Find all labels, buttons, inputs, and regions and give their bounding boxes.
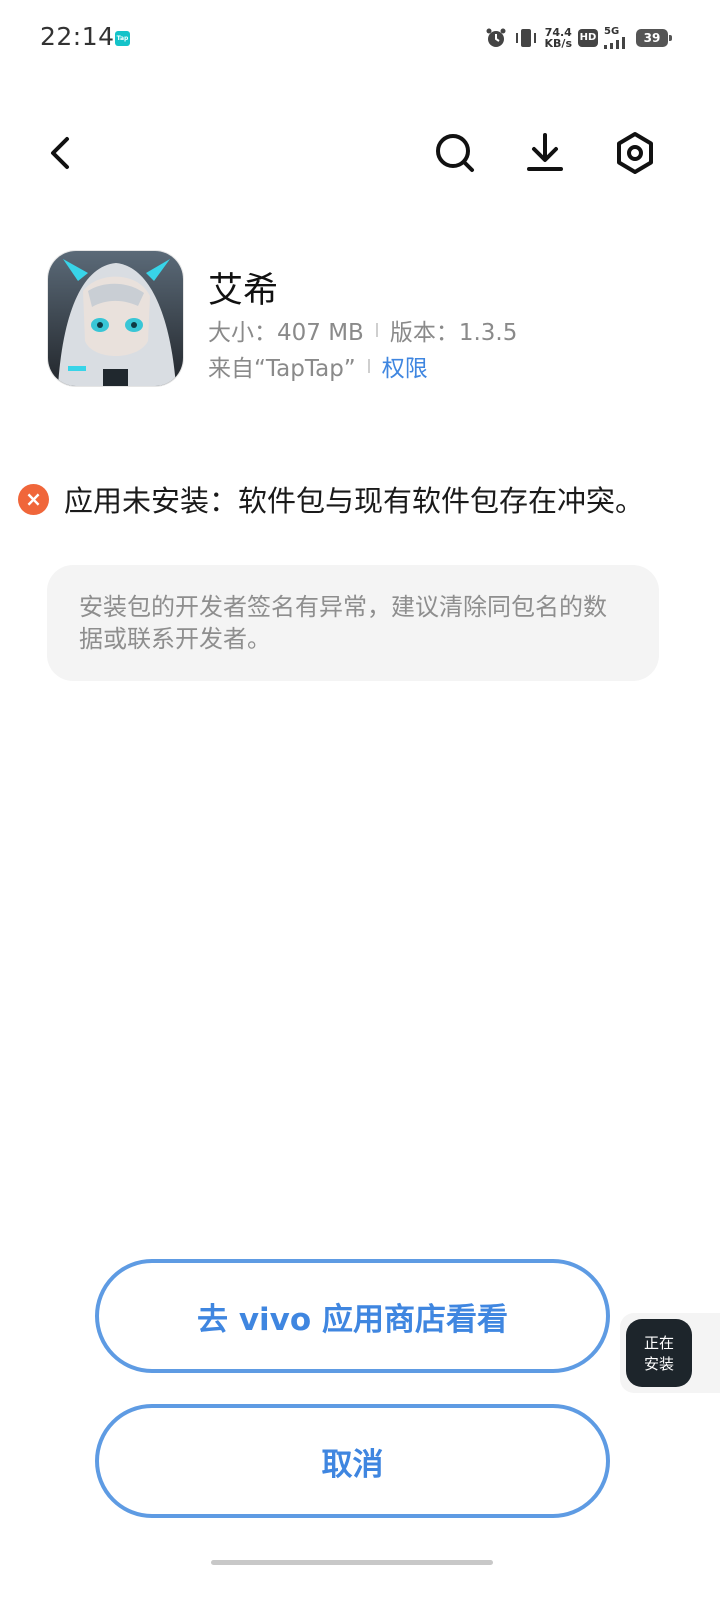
app-meta-source: 来自“TapTap” 权限 [208,349,428,383]
taptap-notification-icon: Tap [115,31,130,46]
installing-label-line2: 安装 [643,1355,674,1373]
error-hint-box: 安装包的开发者签名有异常，建议清除同包名的数据或联系开发者。 [47,565,659,681]
vibrate-icon [515,29,536,47]
app-version: 版本：1.3.5 [389,320,518,346]
installing-label-line1: 正在 [643,1334,674,1352]
signal-icon: 5G [604,27,630,49]
cancel-button[interactable]: 取消 [95,1404,610,1518]
error-message: 应用未安装：软件包与现有软件包存在冲突。 [64,484,645,518]
back-button[interactable] [35,128,85,178]
divider [367,359,370,373]
app-icon [48,251,183,386]
search-icon [436,134,474,172]
alarm-icon [486,28,506,47]
status-time: 22:14 [40,22,115,51]
install-error: × 应用未安装：软件包与现有软件包存在冲突。 [18,478,644,520]
app-meta-size-version: 大小：407 MB 版本：1.3.5 [208,313,517,347]
back-icon [51,137,69,169]
network-type: 5G [604,26,620,37]
open-store-button[interactable]: 去 vivo 应用商店看看 [95,1259,610,1373]
signal-bars-icon [604,37,625,49]
battery-icon: 39 [636,29,672,47]
home-indicator[interactable] [211,1560,493,1565]
status-bar: 22:14 Tap 74.4 KB/s HD 5G 39 [0,0,720,76]
network-speed: 74.4 KB/s [545,27,572,49]
settings-icon [617,132,653,174]
app-size: 大小：407 MB [208,320,364,346]
installing-float-widget[interactable]: 正在 安装 [620,1313,720,1393]
status-icons: 74.4 KB/s HD 5G 39 [485,22,672,54]
settings-button[interactable] [610,128,660,178]
installing-label: 正在 安装 [626,1333,692,1375]
error-hint: 安装包的开发者签名有异常，建议清除同包名的数据或联系开发者。 [79,593,607,653]
divider [375,323,378,337]
network-speed-unit: KB/s [544,37,572,50]
permissions-link[interactable]: 权限 [382,349,428,383]
app-name: 艾希 [208,271,279,311]
error-icon: × [18,483,49,515]
hd-icon: HD [578,29,598,47]
search-button[interactable] [430,128,480,178]
app-source: 来自“TapTap” [208,356,356,382]
download-icon [527,133,563,171]
download-button[interactable] [520,128,570,178]
installing-app-thumbnail: 正在 安装 [626,1319,692,1387]
